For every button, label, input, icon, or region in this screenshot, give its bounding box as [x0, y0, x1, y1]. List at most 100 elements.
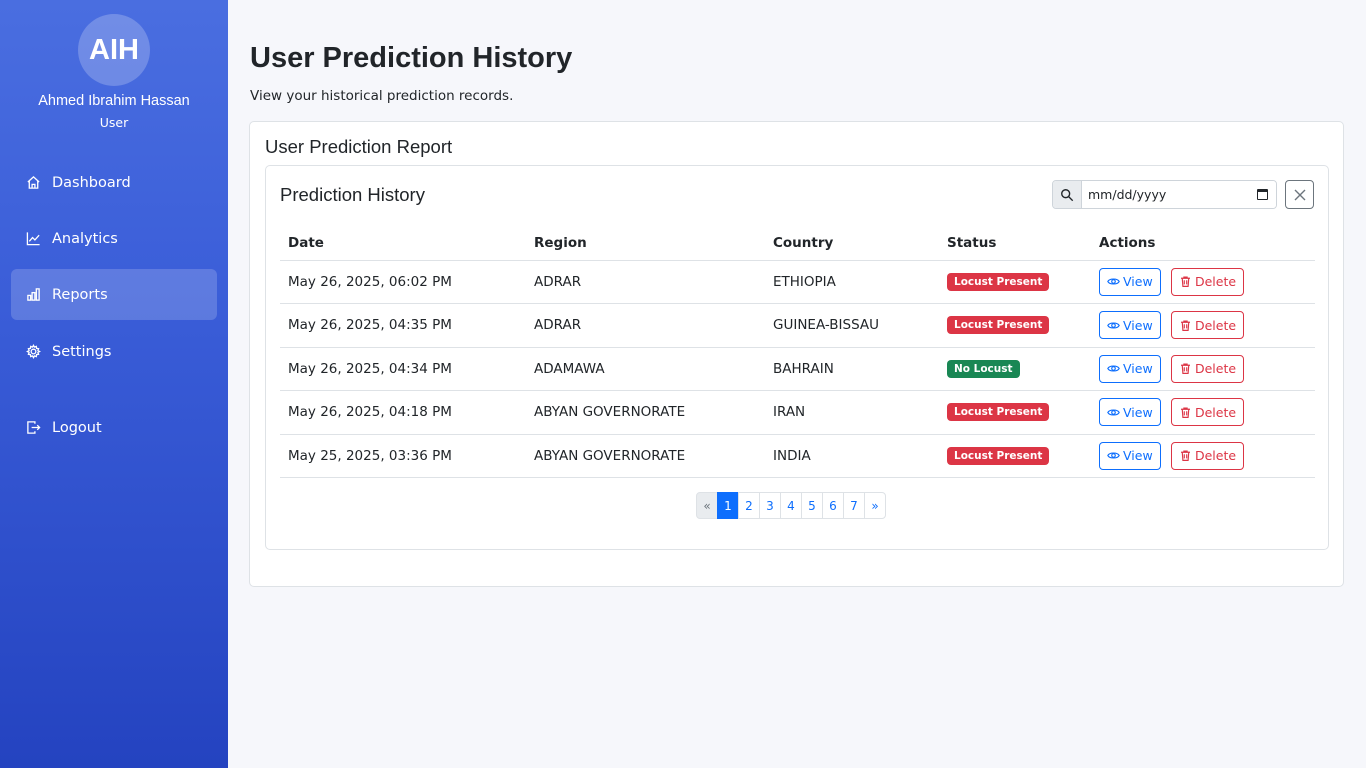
table-row: May 25, 2025, 03:36 PM ABYAN GOVERNORATE… — [280, 434, 1315, 478]
delete-button[interactable]: Delete — [1170, 354, 1245, 383]
view-button[interactable]: View — [1099, 354, 1161, 383]
trash-icon — [1181, 407, 1190, 418]
eye-icon — [1107, 452, 1120, 459]
sidebar-item-dashboard[interactable]: Dashboard — [11, 157, 217, 208]
home-icon — [25, 175, 41, 191]
table-header-row: Date Region Country Status Actions — [280, 226, 1315, 261]
pagination-page-5[interactable]: 5 — [801, 492, 823, 519]
cell-country: BAHRAIN — [765, 347, 939, 391]
cell-date: May 26, 2025, 04:34 PM — [280, 347, 526, 391]
delete-button[interactable]: Delete — [1170, 398, 1245, 427]
eye-icon — [1107, 409, 1120, 416]
calendar-icon[interactable] — [1257, 189, 1268, 200]
view-button[interactable]: View — [1099, 441, 1161, 470]
logout-button[interactable]: Logout — [11, 402, 217, 453]
pagination-next[interactable]: » — [864, 492, 886, 519]
page-title: User Prediction History — [250, 42, 573, 74]
delete-label: Delete — [1194, 317, 1237, 333]
cell-status: Locust Present — [939, 434, 1091, 478]
view-label: View — [1123, 317, 1153, 333]
sidebar-item-label: Analytics — [52, 230, 118, 247]
eye-icon — [1107, 278, 1120, 285]
trash-icon — [1181, 320, 1190, 331]
status-badge: Locust Present — [947, 446, 1050, 465]
sidebar-item-analytics[interactable]: Analytics — [11, 213, 217, 264]
pagination-page-1[interactable]: 1 — [717, 492, 739, 519]
column-header-status: Status — [939, 226, 1091, 261]
status-badge: Locust Present — [947, 403, 1050, 422]
pagination-page-4[interactable]: 4 — [780, 492, 802, 519]
date-input[interactable]: mm/dd/yyyy — [1082, 181, 1276, 208]
gear-icon — [25, 344, 41, 360]
column-header-region: Region — [526, 226, 765, 261]
search-icon — [1053, 181, 1082, 208]
cell-date: May 25, 2025, 03:36 PM — [280, 434, 526, 478]
cell-date: May 26, 2025, 04:35 PM — [280, 303, 526, 348]
delete-label: Delete — [1194, 361, 1237, 377]
pagination-page-7[interactable]: 7 — [843, 492, 865, 519]
cell-country: ETHIOPIA — [765, 260, 939, 304]
chart-line-icon — [25, 231, 41, 247]
logout-icon — [25, 420, 41, 436]
column-header-actions: Actions — [1091, 226, 1315, 261]
cell-country: GUINEA-BISSAU — [765, 303, 939, 348]
clear-filter-button[interactable] — [1285, 180, 1314, 209]
table-row: May 26, 2025, 06:02 PM ADRAR ETHIOPIA Lo… — [280, 260, 1315, 304]
cell-region: ADRAR — [526, 260, 765, 304]
delete-label: Delete — [1194, 274, 1237, 290]
delete-button[interactable]: Delete — [1170, 441, 1245, 470]
cell-status: Locust Present — [939, 260, 1091, 304]
date-placeholder: mm/dd/yyyy — [1088, 187, 1167, 202]
cell-status: Locust Present — [939, 303, 1091, 348]
cell-country: INDIA — [765, 434, 939, 478]
eye-icon — [1107, 365, 1120, 372]
table-row: May 26, 2025, 04:35 PM ADRAR GUINEA-BISS… — [280, 303, 1315, 348]
view-label: View — [1123, 404, 1153, 420]
report-title: User Prediction Report — [265, 136, 453, 157]
cell-region: ABYAN GOVERNORATE — [526, 390, 765, 435]
sidebar-item-reports[interactable]: Reports — [11, 269, 217, 320]
pagination-page-6[interactable]: 6 — [822, 492, 844, 519]
pagination-prev[interactable]: « — [696, 492, 718, 519]
column-header-country: Country — [765, 226, 939, 261]
report-card: User Prediction Report Prediction Histor… — [249, 121, 1344, 587]
delete-label: Delete — [1194, 404, 1237, 420]
cell-status: Locust Present — [939, 390, 1091, 435]
cell-region: ABYAN GOVERNORATE — [526, 434, 765, 478]
pagination-page-2[interactable]: 2 — [738, 492, 760, 519]
view-label: View — [1123, 448, 1153, 464]
table-row: May 26, 2025, 04:34 PM ADAMAWA BAHRAIN N… — [280, 347, 1315, 391]
delete-label: Delete — [1194, 448, 1237, 464]
user-role: User — [99, 115, 129, 130]
pagination-page-3[interactable]: 3 — [759, 492, 781, 519]
delete-button[interactable]: Delete — [1170, 311, 1245, 340]
delete-button[interactable]: Delete — [1170, 267, 1245, 296]
cell-actions: View Delete — [1091, 434, 1315, 478]
view-button[interactable]: View — [1099, 267, 1161, 296]
cell-actions: View Delete — [1091, 347, 1315, 391]
view-button[interactable]: View — [1099, 398, 1161, 427]
table-row: May 26, 2025, 04:18 PM ABYAN GOVERNORATE… — [280, 390, 1315, 435]
trash-icon — [1181, 450, 1190, 462]
status-badge: Locust Present — [947, 316, 1050, 335]
sidebar-item-label: Settings — [52, 343, 112, 360]
history-title: Prediction History — [280, 184, 425, 205]
pagination: «1 2 3 4 5 6 7» — [696, 492, 886, 519]
cell-actions: View Delete — [1091, 260, 1315, 304]
view-button[interactable]: View — [1099, 311, 1161, 340]
user-name: Ahmed Ibrahim Hassan — [38, 93, 190, 109]
avatar: AIH — [78, 14, 150, 86]
close-icon — [1294, 189, 1305, 200]
date-filter: mm/dd/yyyy — [1052, 180, 1277, 209]
cell-region: ADAMAWA — [526, 347, 765, 391]
cell-actions: View Delete — [1091, 303, 1315, 348]
logout-label: Logout — [52, 419, 102, 436]
sidebar-item-settings[interactable]: Settings — [11, 326, 217, 377]
view-label: View — [1123, 274, 1153, 290]
sidebar-item-label: Reports — [52, 286, 108, 303]
trash-icon — [1181, 363, 1190, 375]
cell-region: ADRAR — [526, 303, 765, 348]
sidebar: AIH Ahmed Ibrahim Hassan User Dashboard … — [0, 0, 228, 768]
prediction-table: Date Region Country Status Actions May 2… — [280, 226, 1315, 478]
status-badge: No Locust — [947, 359, 1020, 378]
